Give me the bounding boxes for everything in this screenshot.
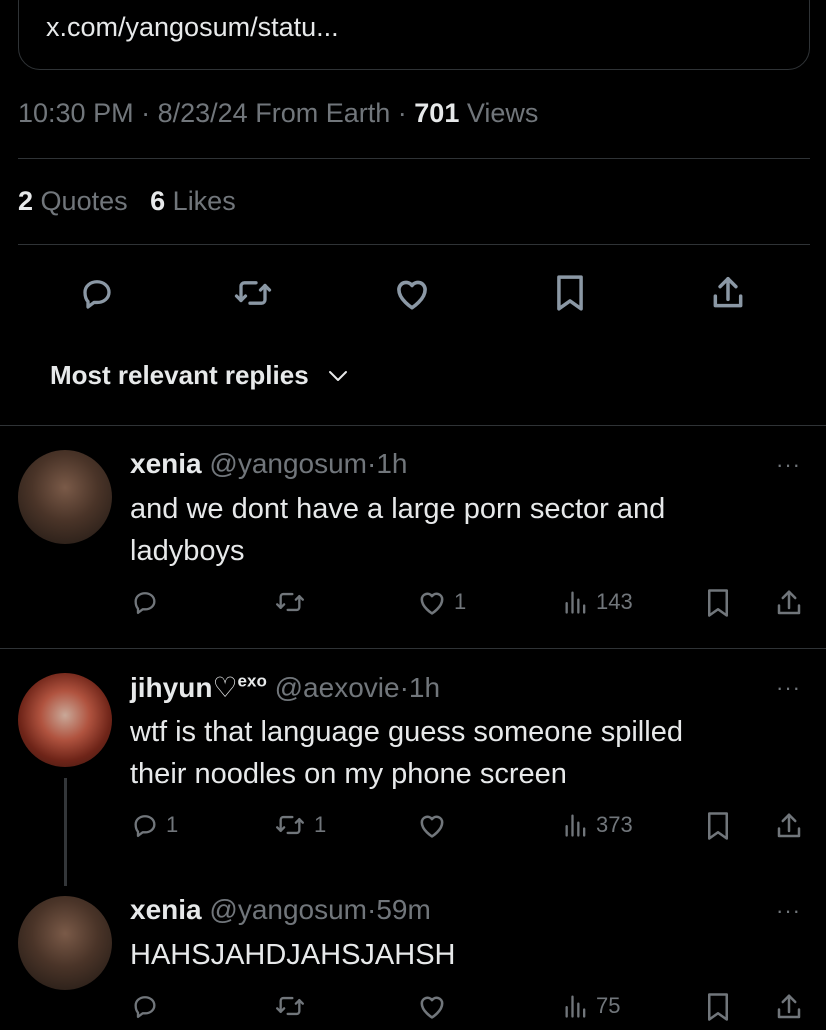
handle[interactable]: @yangosum bbox=[209, 448, 367, 479]
reply-icon bbox=[130, 811, 160, 839]
share-button[interactable] bbox=[774, 811, 804, 841]
sort-dropdown[interactable]: Most relevant replies bbox=[50, 360, 349, 391]
bookmark-icon bbox=[704, 811, 732, 841]
share-icon bbox=[774, 811, 804, 841]
reply-header: xenia @yangosum·59m bbox=[130, 894, 431, 925]
reply-item[interactable]: jihyun♡exo @aexovie·1h ··· wtf is that l… bbox=[0, 649, 826, 879]
views-icon bbox=[562, 811, 590, 839]
reply-button[interactable]: 1 bbox=[130, 811, 178, 839]
reply-header: xenia @yangosum·1h bbox=[130, 448, 408, 479]
reply-text: HAHSJAHDJAHSJAHSH bbox=[130, 939, 456, 971]
reply-button[interactable] bbox=[130, 992, 160, 1020]
bookmark-icon bbox=[704, 588, 732, 618]
retweet-button[interactable] bbox=[272, 992, 308, 1020]
retweet-button[interactable] bbox=[272, 588, 314, 616]
bookmark-button[interactable] bbox=[704, 992, 732, 1022]
retweet-icon bbox=[272, 588, 308, 616]
reply-text: and we dont have a large porn sector and… bbox=[130, 493, 666, 567]
retweet-count: 1 bbox=[314, 812, 327, 837]
views-count: 75 bbox=[596, 993, 621, 1018]
like-count: 1 bbox=[454, 589, 467, 614]
share-icon bbox=[774, 588, 804, 618]
share-icon bbox=[774, 992, 804, 1022]
share-icon[interactable] bbox=[706, 272, 750, 314]
more-icon[interactable]: ··· bbox=[776, 452, 801, 478]
retweet-icon bbox=[272, 811, 308, 839]
share-button[interactable] bbox=[774, 992, 804, 1022]
tweet-source: From Earth bbox=[255, 98, 391, 128]
like-icon bbox=[416, 992, 448, 1020]
more-icon[interactable]: ··· bbox=[776, 675, 801, 701]
sort-label: Most relevant replies bbox=[50, 360, 309, 390]
reply-item[interactable]: xenia @yangosum·1h ··· and we dont have … bbox=[0, 426, 826, 648]
share-button[interactable] bbox=[774, 588, 804, 618]
views-count: 143 bbox=[596, 589, 633, 614]
more-icon[interactable]: ··· bbox=[776, 898, 801, 924]
retweet-icon bbox=[272, 992, 308, 1020]
reply-icon bbox=[130, 588, 160, 616]
reply-icon[interactable] bbox=[74, 272, 120, 314]
display-name[interactable]: xenia bbox=[130, 448, 202, 479]
views-button[interactable]: 75 bbox=[562, 992, 620, 1020]
like-icon[interactable] bbox=[388, 272, 436, 314]
retweet-icon[interactable] bbox=[229, 272, 277, 314]
thread-line bbox=[64, 778, 67, 886]
handle[interactable]: @yangosum bbox=[209, 894, 367, 925]
timestamp[interactable]: 1h bbox=[409, 672, 440, 703]
tweet-stats: 2 Quotes 6 Likes bbox=[18, 186, 236, 217]
avatar[interactable] bbox=[18, 673, 112, 767]
views-icon bbox=[562, 588, 590, 616]
avatar[interactable] bbox=[18, 896, 112, 990]
name-suffix: exo bbox=[237, 671, 267, 691]
chevron-down-icon bbox=[327, 369, 349, 383]
reply-button[interactable] bbox=[130, 588, 166, 616]
avatar[interactable] bbox=[18, 450, 112, 544]
quotes-link[interactable]: 2 Quotes bbox=[18, 186, 128, 216]
divider bbox=[18, 244, 810, 245]
reply-text: wtf is that language guess someone spill… bbox=[130, 716, 683, 790]
divider bbox=[18, 158, 810, 159]
views-button[interactable]: 143 bbox=[562, 588, 633, 616]
bookmark-button[interactable] bbox=[704, 811, 732, 841]
reply-item[interactable]: xenia @yangosum·59m ··· HAHSJAHDJAHSJAHS… bbox=[0, 872, 826, 1030]
reply-count: 1 bbox=[166, 812, 179, 837]
timestamp[interactable]: 1h bbox=[376, 448, 407, 479]
like-button[interactable]: 1 bbox=[416, 588, 466, 616]
handle[interactable]: @aexovie bbox=[275, 672, 400, 703]
views-icon bbox=[562, 992, 590, 1020]
bookmark-button[interactable] bbox=[704, 588, 732, 618]
retweet-button[interactable]: 1 bbox=[272, 811, 326, 839]
views-label: Views bbox=[466, 98, 539, 128]
tweet-date[interactable]: 8/23/24 bbox=[158, 98, 248, 128]
link-card-url[interactable]: x.com/yangosum/statu... bbox=[46, 12, 339, 43]
like-icon bbox=[416, 811, 448, 839]
like-button[interactable] bbox=[416, 811, 454, 839]
reply-icon bbox=[130, 992, 160, 1020]
likes-link[interactable]: 6 Likes bbox=[150, 186, 236, 216]
tweet-meta: 10:30 PM · 8/23/24 From Earth · 701 View… bbox=[18, 98, 539, 128]
display-name[interactable]: jihyun♡ bbox=[130, 672, 238, 703]
timestamp[interactable]: 59m bbox=[376, 894, 430, 925]
views-count: 373 bbox=[596, 812, 633, 837]
reply-header: jihyun♡exo @aexovie·1h bbox=[130, 671, 441, 703]
like-button[interactable] bbox=[416, 992, 448, 1020]
tweet-time[interactable]: 10:30 PM bbox=[18, 98, 134, 128]
bookmark-icon bbox=[704, 992, 732, 1022]
like-icon bbox=[416, 588, 448, 616]
bookmark-icon[interactable] bbox=[548, 272, 592, 314]
views-count: 701 bbox=[414, 98, 460, 128]
display-name[interactable]: xenia bbox=[130, 894, 202, 925]
views-button[interactable]: 373 bbox=[562, 811, 633, 839]
